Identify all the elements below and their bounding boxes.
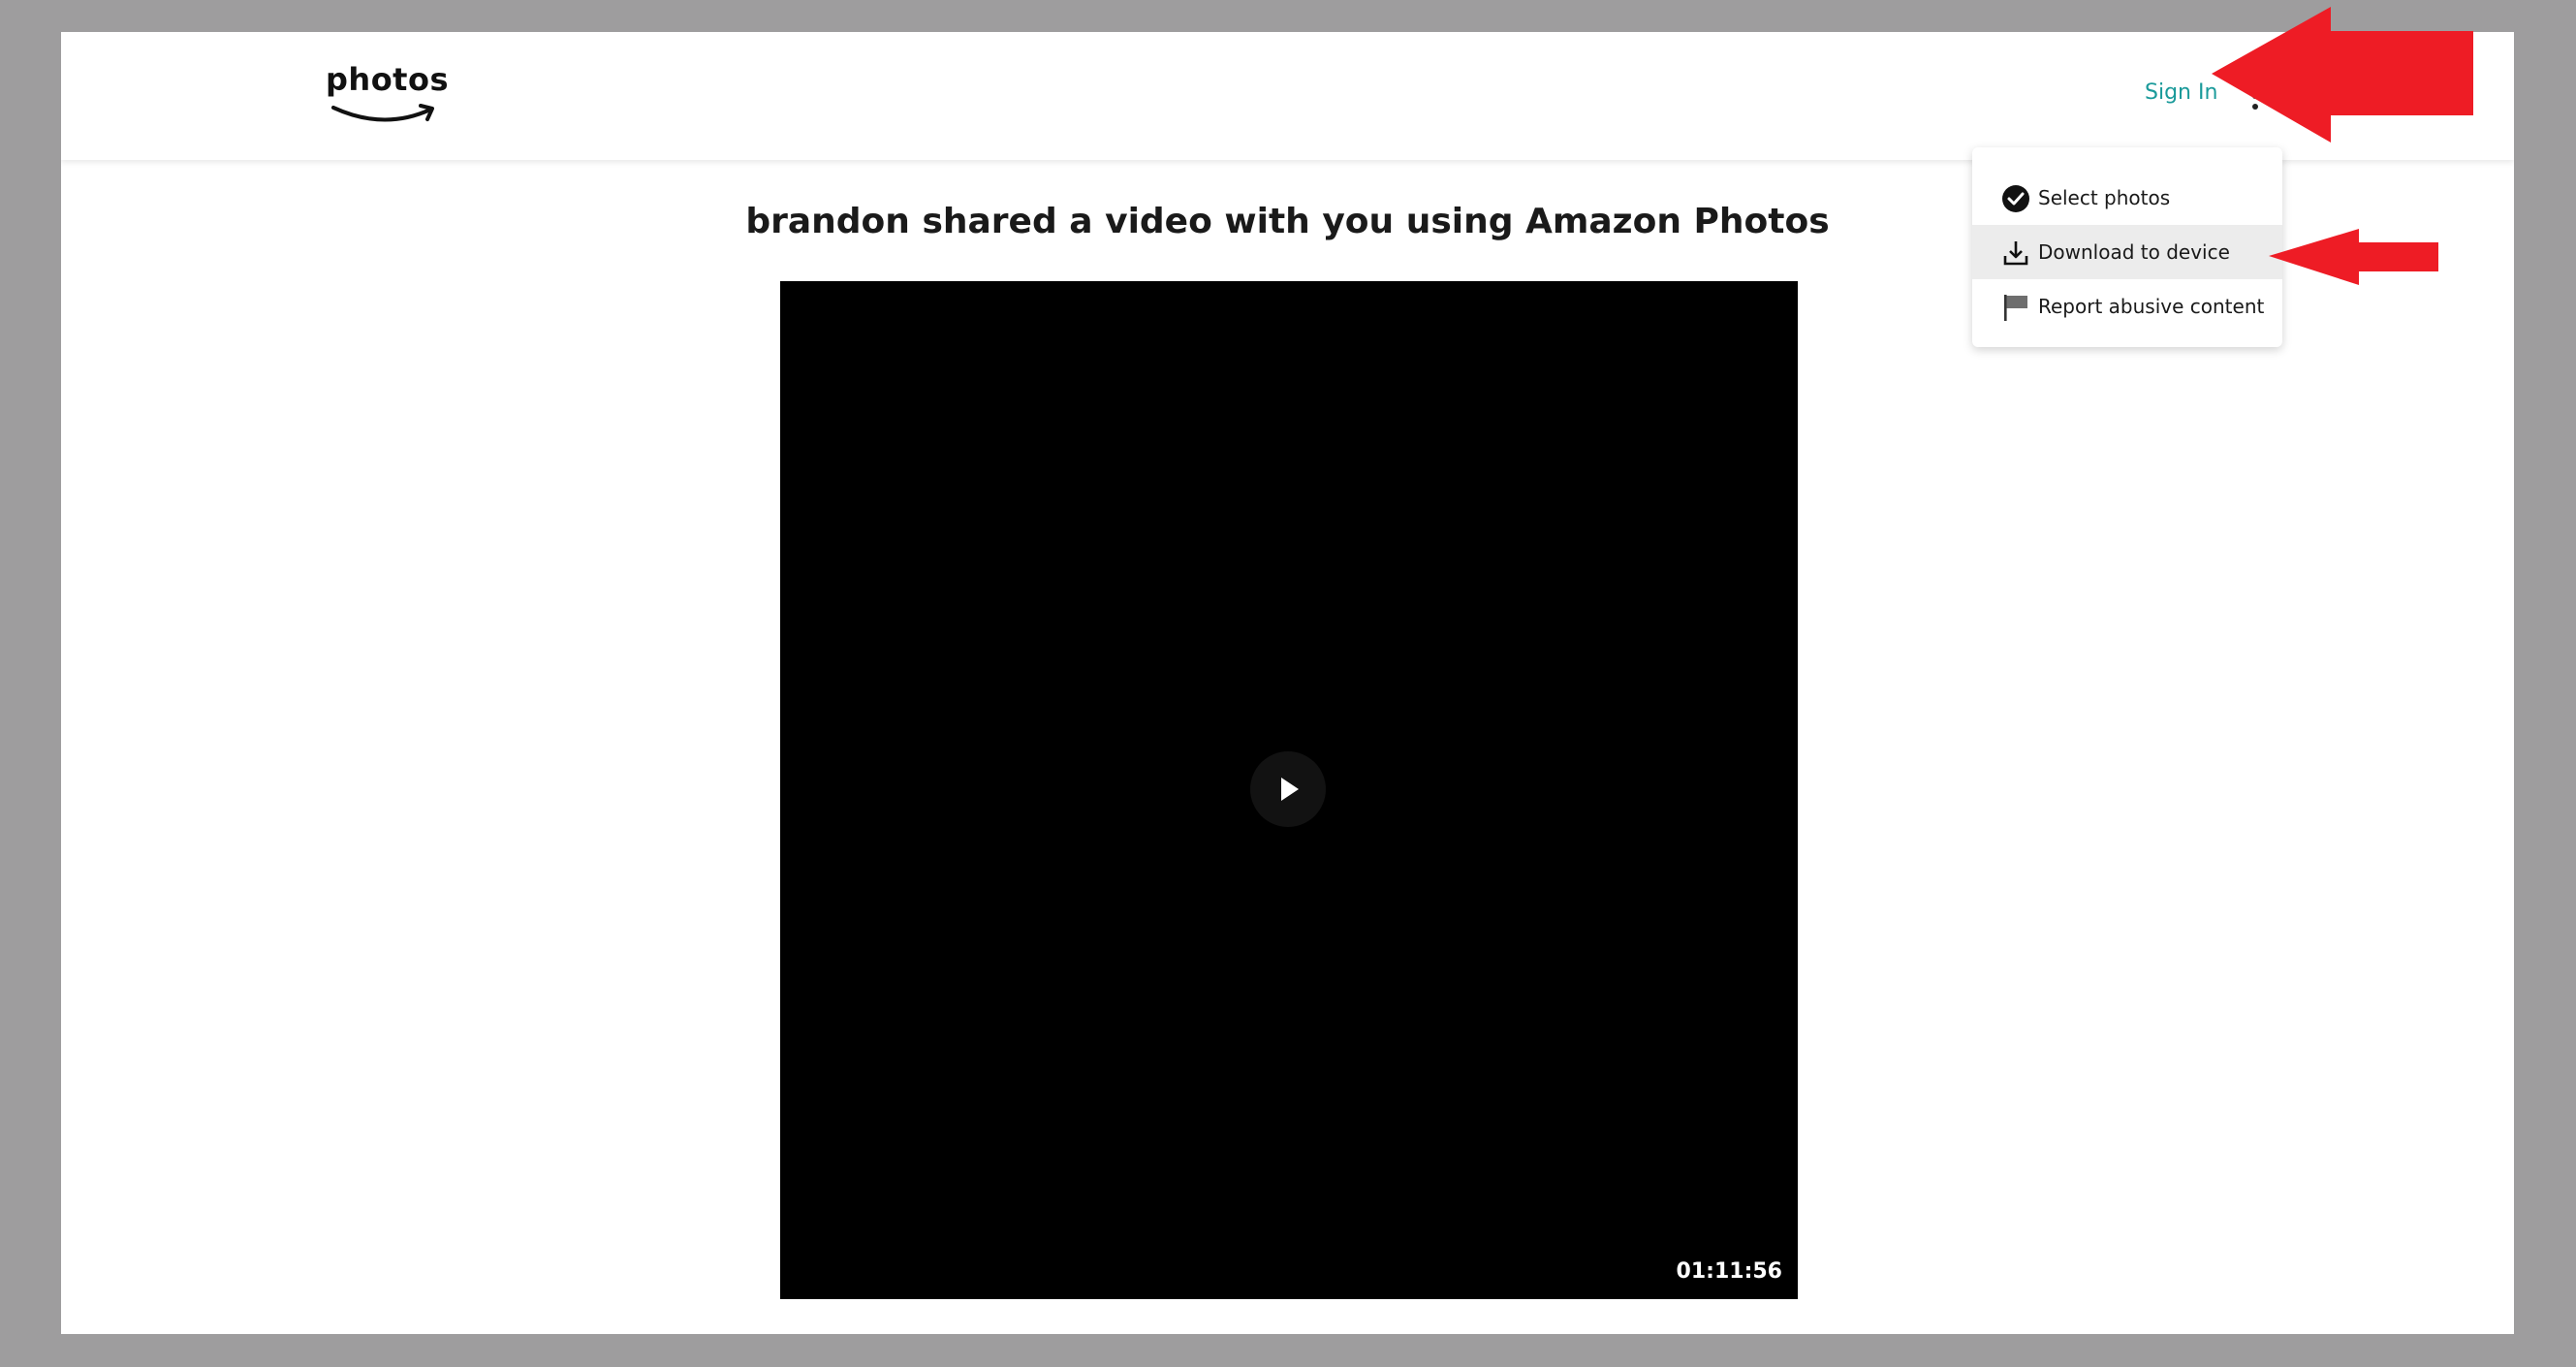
check-circle-icon (2002, 185, 2029, 212)
options-dropdown-menu: Select photos Download to device Report … (1972, 147, 2282, 347)
smile-arrow-icon (331, 104, 434, 122)
video-player[interactable]: 01:11:56 (780, 281, 1798, 1299)
play-icon (1281, 778, 1299, 801)
logo-text: photos (326, 61, 449, 98)
menu-item-report-abusive-content[interactable]: Report abusive content (1972, 279, 2282, 334)
play-button[interactable] (1250, 751, 1326, 827)
sign-in-link[interactable]: Sign In (2145, 80, 2217, 105)
top-header: photos Sign In (61, 32, 2514, 160)
menu-item-label: Report abusive content (2038, 295, 2265, 318)
video-duration: 01:11:56 (1676, 1259, 1782, 1284)
menu-item-download-to-device[interactable]: Download to device (1972, 225, 2282, 279)
menu-item-select-photos[interactable]: Select photos (1972, 171, 2282, 225)
menu-item-label: Select photos (2038, 186, 2171, 209)
browser-page: photos Sign In brandon shared a video wi… (61, 32, 2514, 1334)
amazon-photos-logo[interactable]: photos (326, 61, 449, 129)
red-arrow-annotation (2269, 229, 2438, 285)
menu-item-label: Download to device (2038, 240, 2230, 264)
download-icon (2003, 241, 2028, 266)
red-arrow-annotation (2212, 7, 2473, 143)
flag-icon (2004, 295, 2027, 321)
